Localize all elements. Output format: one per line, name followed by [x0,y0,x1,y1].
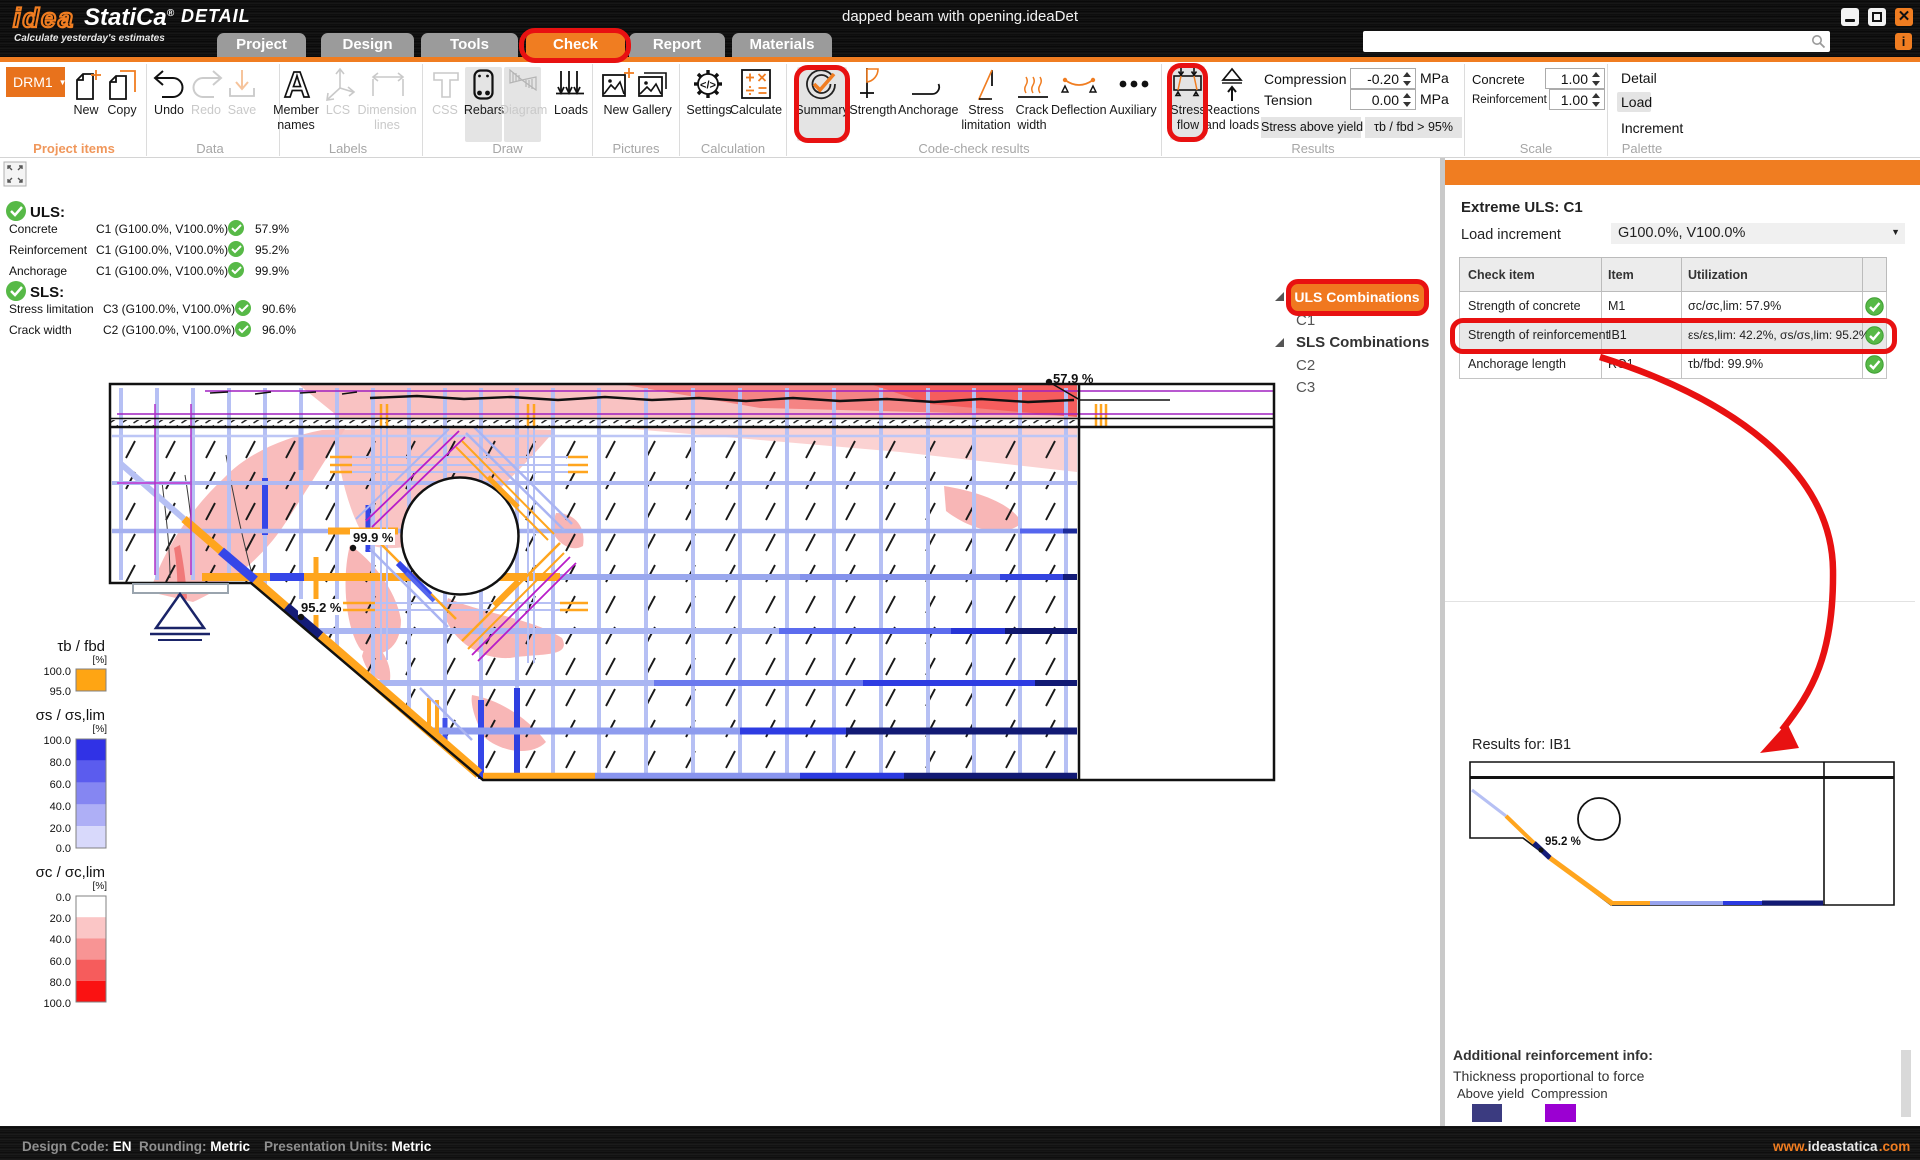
svg-text:Stress limitation: Stress limitation [9,302,94,316]
svg-text:SLS Combinations: SLS Combinations [1296,334,1429,351]
svg-text:Crack width: Crack width [9,323,72,337]
svg-text:σc / σc,lim: σc / σc,lim [36,864,105,881]
svg-text:C1 (G100.0%, V100.0%): C1 (G100.0%, V100.0%) [96,264,228,278]
svg-text:40.0: 40.0 [50,801,71,813]
svg-text:80.0: 80.0 [50,757,71,769]
svg-text:C2 (G100.0%, V100.0%): C2 (G100.0%, V100.0%) [103,323,235,337]
svg-text:95.2 %: 95.2 % [1545,836,1581,848]
svg-text:20.0: 20.0 [50,823,71,835]
svg-text:0.0: 0.0 [56,843,71,855]
svg-text:C2: C2 [1296,357,1315,374]
svg-text:99.9%: 99.9% [255,264,289,278]
svg-text:40.0: 40.0 [50,934,71,946]
svg-text:95.0: 95.0 [50,686,71,698]
svg-text:100.0: 100.0 [43,666,71,678]
svg-text:σs / σs,lim: σs / σs,lim [36,707,105,724]
svg-text:100.0: 100.0 [43,735,71,747]
svg-text:[%]: [%] [93,881,108,892]
svg-text:C3: C3 [1296,379,1315,396]
svg-text:[%]: [%] [93,655,108,666]
svg-text:99.9 %: 99.9 % [353,530,394,545]
svg-text:ULS:: ULS: [30,204,65,221]
svg-text:Reinforcement: Reinforcement [9,243,88,257]
svg-text:A: A [284,67,310,101]
svg-text:</>: </> [700,80,716,92]
svg-text:95.2%: 95.2% [255,243,289,257]
svg-text:57.9%: 57.9% [255,222,289,236]
svg-text:C1 (G100.0%, V100.0%): C1 (G100.0%, V100.0%) [96,222,228,236]
svg-text:90.6%: 90.6% [262,302,296,316]
svg-text:20.0: 20.0 [50,913,71,925]
svg-text:[%]: [%] [93,724,108,735]
svg-text:Anchorage: Anchorage [9,264,67,278]
svg-text:C1 (G100.0%, V100.0%): C1 (G100.0%, V100.0%) [96,243,228,257]
svg-text:60.0: 60.0 [50,779,71,791]
svg-text:Concrete: Concrete [9,222,58,236]
svg-text:96.0%: 96.0% [262,323,296,337]
svg-text:57.9 %: 57.9 % [1053,371,1094,386]
svg-text:SLS:: SLS: [30,284,64,301]
svg-text:60.0: 60.0 [50,956,71,968]
svg-text:95.2 %: 95.2 % [301,600,342,615]
svg-text:80.0: 80.0 [50,977,71,989]
svg-text:τb / fbd: τb / fbd [57,638,105,655]
svg-text:0.0: 0.0 [56,892,71,904]
svg-text:100.0: 100.0 [43,998,71,1010]
svg-text:C3 (G100.0%, V100.0%): C3 (G100.0%, V100.0%) [103,302,235,316]
